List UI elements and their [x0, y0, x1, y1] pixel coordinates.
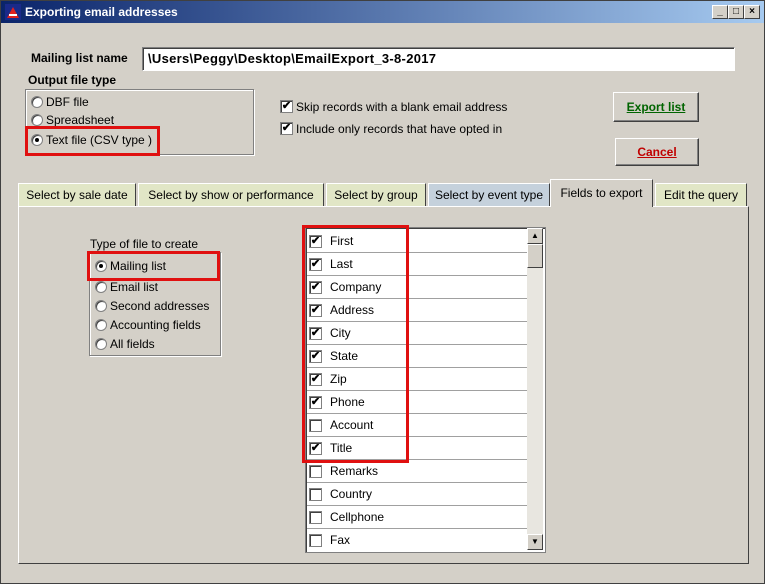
fields-scrollbar[interactable]: ▲ ▼ [527, 228, 543, 550]
maximize-button[interactable]: □ [728, 5, 744, 19]
window-title: Exporting email addresses [25, 5, 178, 19]
scroll-up-icon[interactable]: ▲ [527, 228, 543, 244]
field-label: Cellphone [330, 510, 385, 524]
skip-blank-label: Skip records with a blank email address [296, 100, 508, 114]
cancel-button[interactable]: Cancel [615, 138, 699, 166]
list-item[interactable]: Fax [307, 528, 528, 551]
tab-select-by-sale-date[interactable]: Select by sale date [18, 183, 136, 207]
file-type-label: Type of file to create [90, 237, 199, 251]
opted-in-label: Include only records that have opted in [296, 122, 503, 136]
close-button[interactable]: × [744, 5, 760, 19]
radio-dbf[interactable] [31, 96, 43, 108]
radio-all-fields[interactable] [95, 338, 107, 350]
radio-all-fields-label: All fields [110, 337, 155, 351]
radio-accounting-fields-label: Accounting fields [110, 318, 201, 332]
scroll-down-icon[interactable]: ▼ [527, 534, 543, 550]
radio-spreadsheet[interactable] [31, 114, 43, 126]
radio-dbf-label: DBF file [46, 95, 89, 109]
mailing-list-value: \Users\Peggy\Desktop\EmailExport_3-8-201… [148, 51, 437, 66]
minimize-button[interactable]: _ [712, 5, 728, 19]
highlight-box-mailing-list [87, 251, 220, 281]
tab-select-by-show[interactable]: Select by show or performance [138, 183, 324, 207]
radio-second-addresses[interactable] [95, 300, 107, 312]
radio-email-list[interactable] [95, 281, 107, 293]
radio-accounting-fields[interactable] [95, 319, 107, 331]
app-icon [5, 4, 21, 20]
radio-email-list-label: Email list [110, 280, 159, 294]
skip-blank-checkbox[interactable]: ✔ [280, 100, 293, 113]
radio-second-addresses-label: Second addresses [110, 299, 210, 313]
radio-spreadsheet-label: Spreadsheet [46, 113, 115, 127]
output-type-label: Output file type [28, 73, 116, 87]
field-checkbox[interactable] [309, 465, 322, 478]
highlight-box-csv [25, 126, 160, 156]
export-list-button[interactable]: Export list [613, 92, 699, 122]
tab-select-by-group[interactable]: Select by group [326, 183, 426, 207]
tab-edit-the-query[interactable]: Edit the query [655, 183, 747, 207]
field-checkbox[interactable] [309, 511, 322, 524]
list-item[interactable]: Cellphone [307, 505, 528, 529]
mailing-list-label: Mailing list name [31, 51, 128, 65]
highlight-box-fields [302, 225, 409, 463]
opted-in-checkbox[interactable]: ✔ [280, 122, 293, 135]
field-checkbox[interactable] [309, 534, 322, 547]
tab-select-by-event-type[interactable]: Select by event type [428, 183, 550, 207]
field-label: Fax [330, 533, 351, 547]
field-label: Country [330, 487, 373, 501]
field-label: Remarks [330, 464, 379, 478]
title-bar[interactable]: Exporting email addresses _ □ × [1, 1, 764, 23]
mailing-list-input[interactable]: \Users\Peggy\Desktop\EmailExport_3-8-201… [142, 47, 735, 71]
list-item[interactable]: Country [307, 482, 528, 506]
export-dialog: Exporting email addresses _ □ × Mailing … [0, 0, 765, 584]
tab-fields-to-export[interactable]: Fields to export [550, 179, 653, 207]
field-checkbox[interactable] [309, 488, 322, 501]
scroll-thumb[interactable] [527, 244, 543, 268]
